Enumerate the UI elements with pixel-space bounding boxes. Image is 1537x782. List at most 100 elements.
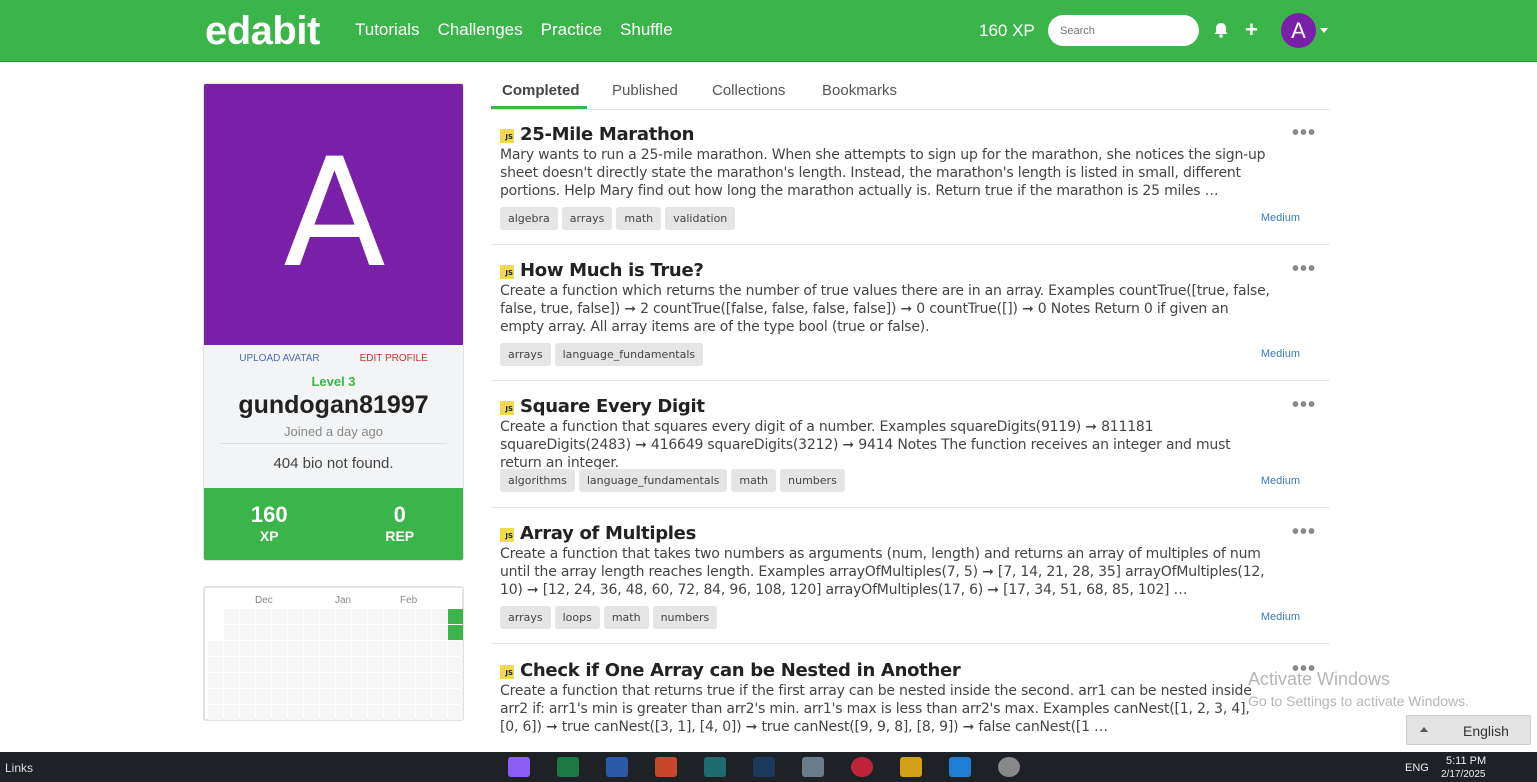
activity-cell xyxy=(240,705,255,720)
js-icon: JS xyxy=(500,401,514,415)
activity-cell xyxy=(432,609,447,624)
challenge-description: Create a function which returns the numb… xyxy=(500,283,1270,335)
settings-icon[interactable] xyxy=(998,757,1020,777)
taskbar-date[interactable]: 2/17/2025 xyxy=(1441,769,1486,780)
activity-cell xyxy=(272,625,287,640)
tab-completed[interactable]: Completed xyxy=(502,82,580,99)
tag[interactable]: math xyxy=(731,469,777,492)
activity-cell xyxy=(416,641,431,656)
edabit-logo[interactable]: edabit xyxy=(205,9,320,54)
tag[interactable]: numbers xyxy=(780,469,845,492)
edit-profile-link[interactable]: EDIT PROFILE xyxy=(360,353,428,364)
app-icon[interactable] xyxy=(704,757,726,777)
more-options-icon[interactable]: ••• xyxy=(1292,521,1316,544)
xp-value: 160 xyxy=(250,502,288,527)
activity-cell xyxy=(304,641,319,656)
activity-cell xyxy=(368,689,383,704)
month-label: Dec xyxy=(255,595,273,606)
search-input[interactable] xyxy=(1048,15,1199,46)
nav-shuffle-link[interactable]: Shuffle xyxy=(620,20,673,40)
tag[interactable]: math xyxy=(616,207,662,230)
opera-icon[interactable] xyxy=(851,757,873,777)
tag[interactable]: language_fundamentals xyxy=(578,469,728,492)
challenge-description: Create a function that takes two numbers… xyxy=(500,546,1265,598)
activity-cell xyxy=(368,625,383,640)
username: gundogan81997 xyxy=(238,391,429,419)
js-icon: JS xyxy=(500,129,514,143)
tag[interactable]: numbers xyxy=(652,606,718,629)
more-options-icon[interactable]: ••• xyxy=(1292,122,1316,145)
challenge-title[interactable]: Check if One Array can be Nested in Anot… xyxy=(520,660,961,681)
bell-icon[interactable] xyxy=(1211,20,1231,40)
tag[interactable]: arrays xyxy=(500,606,551,629)
activity-cell xyxy=(288,657,303,672)
activity-cell xyxy=(256,705,271,720)
activity-cell xyxy=(352,641,367,656)
top-navbar: edabit Tutorials Challenges Practice Shu… xyxy=(0,0,1537,62)
tab-collections[interactable]: Collections xyxy=(712,82,785,99)
tab-published[interactable]: Published xyxy=(612,82,678,99)
profile-card: A UPLOAD AVATAR EDIT PROFILE Level 3 gun… xyxy=(203,83,464,561)
activate-windows-subtitle: Go to Settings to activate Windows. xyxy=(1248,693,1469,709)
activity-cell xyxy=(224,609,239,624)
taskbar-time[interactable]: 5:11 PM xyxy=(1446,755,1486,767)
challenge-item[interactable]: JS 25-Mile Marathon ••• Mary wants to ru… xyxy=(491,122,1330,245)
challenge-title[interactable]: How Much is True? xyxy=(520,260,704,281)
challenge-header: JS How Much is True? xyxy=(500,260,704,281)
activity-cell xyxy=(400,657,415,672)
challenge-title[interactable]: Array of Multiples xyxy=(520,523,696,544)
activity-cell xyxy=(304,609,319,624)
stats-panel: 160 XP 0 REP xyxy=(204,488,464,560)
activity-cell xyxy=(320,625,335,640)
nav-tutorials-link[interactable]: Tutorials xyxy=(355,20,420,40)
activity-cell xyxy=(272,689,287,704)
activity-cell xyxy=(416,657,431,672)
tab-bookmarks[interactable]: Bookmarks xyxy=(822,82,897,99)
rep-stat: 0 REP xyxy=(335,488,464,560)
challenge-description: Create a function that returns true if t… xyxy=(500,683,1252,735)
challenge-item[interactable]: JS Check if One Array can be Nested in A… xyxy=(491,660,1330,752)
tag[interactable]: math xyxy=(603,606,649,629)
tag[interactable]: algorithms xyxy=(500,469,575,492)
vscode-icon[interactable] xyxy=(949,757,971,777)
challenge-tags: algebra arrays math validation xyxy=(500,207,736,230)
challenge-item[interactable]: JS Square Every Digit ••• Create a funct… xyxy=(491,394,1330,508)
tag[interactable]: language_fundamentals xyxy=(554,343,704,366)
tag[interactable]: validation xyxy=(665,207,736,230)
challenge-title[interactable]: 25-Mile Marathon xyxy=(520,124,694,145)
xp-stat: 160 XP xyxy=(204,488,335,560)
tag[interactable]: arrays xyxy=(500,343,551,366)
taskbar-links[interactable]: Links xyxy=(5,761,33,775)
input-language[interactable]: ENG xyxy=(1405,762,1429,774)
nav-practice-link[interactable]: Practice xyxy=(541,20,602,40)
app-icon[interactable] xyxy=(900,757,922,777)
tag[interactable]: arrays xyxy=(561,207,613,230)
upload-avatar-link[interactable]: UPLOAD AVATAR xyxy=(239,353,319,364)
copilot-icon[interactable] xyxy=(508,757,530,777)
word-icon[interactable] xyxy=(606,757,628,777)
plus-icon[interactable]: + xyxy=(1245,18,1258,42)
activity-cell xyxy=(416,625,431,640)
lightroom-icon[interactable] xyxy=(753,757,775,777)
more-options-icon[interactable]: ••• xyxy=(1292,258,1316,281)
activity-cell xyxy=(240,625,255,640)
challenge-title[interactable]: Square Every Digit xyxy=(520,396,705,417)
tag[interactable]: algebra xyxy=(500,207,558,230)
activity-cell xyxy=(352,673,367,688)
powerpoint-icon[interactable] xyxy=(655,757,677,777)
challenge-item[interactable]: JS Array of Multiples ••• Create a funct… xyxy=(491,521,1330,644)
activity-cell xyxy=(208,705,223,720)
chevron-down-icon[interactable] xyxy=(1320,28,1328,33)
challenge-tags: algorithms language_fundamentals math nu… xyxy=(500,469,845,492)
activity-cell xyxy=(352,609,367,624)
nav-challenges-link[interactable]: Challenges xyxy=(438,20,523,40)
language-selector[interactable]: English xyxy=(1406,715,1531,745)
more-options-icon[interactable]: ••• xyxy=(1292,394,1316,417)
chevron-up-icon xyxy=(1420,727,1428,732)
user-avatar[interactable]: A xyxy=(1281,13,1316,48)
tag[interactable]: loops xyxy=(554,606,600,629)
excel-icon[interactable] xyxy=(557,757,579,777)
app-icon[interactable] xyxy=(802,757,824,777)
challenge-item[interactable]: JS How Much is True? ••• Create a functi… xyxy=(491,258,1330,381)
activity-cell xyxy=(208,609,223,624)
